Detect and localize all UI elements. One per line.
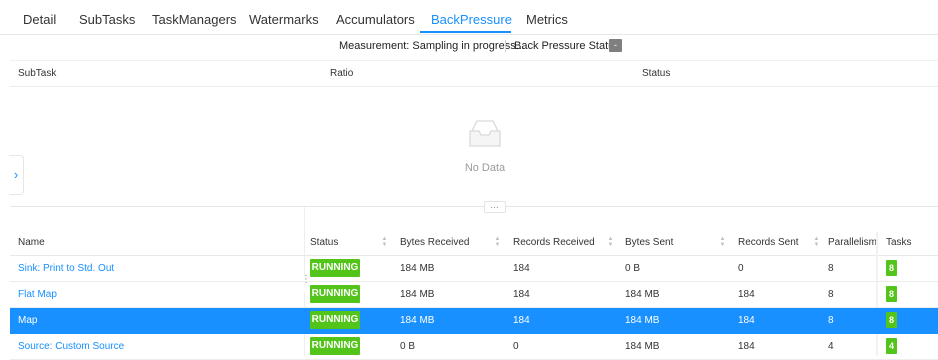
column-subtask: SubTask bbox=[18, 68, 57, 79]
tab-watermarks[interactable]: Watermarks bbox=[249, 12, 319, 27]
records-sent: 184 bbox=[738, 315, 755, 326]
records-sent: 184 bbox=[738, 341, 755, 352]
tasks-badge: 8 bbox=[886, 260, 897, 276]
table-row[interactable]: Sink: Print to Std. Out RUNNING 184 MB 1… bbox=[10, 256, 938, 282]
column-records-received[interactable]: Records Received bbox=[513, 237, 595, 248]
vertex-name-link[interactable]: Map bbox=[18, 315, 37, 326]
tasks-badge: 4 bbox=[886, 338, 897, 354]
records-sent: 0 bbox=[738, 263, 744, 274]
table-row[interactable]: Flat Map RUNNING 184 MB 184 184 MB 184 8… bbox=[10, 282, 938, 308]
table-row-selected[interactable]: Map RUNNING 184 MB 184 184 MB 184 8 8 bbox=[10, 308, 938, 334]
column-parallelism[interactable]: Parallelism bbox=[828, 237, 877, 248]
sort-icon[interactable]: ▲ ▼ bbox=[719, 236, 726, 248]
tab-subtasks[interactable]: SubTasks bbox=[79, 12, 135, 27]
column-status: Status bbox=[642, 68, 671, 79]
vertex-name-link[interactable]: Flat Map bbox=[18, 289, 57, 300]
status-badge: RUNNING bbox=[310, 285, 360, 303]
status-badge: RUNNING bbox=[310, 311, 360, 329]
tasks-badge: 8 bbox=[886, 286, 897, 302]
parallelism: 8 bbox=[828, 263, 834, 274]
bytes-sent: 0 B bbox=[625, 263, 641, 274]
column-name: Name bbox=[18, 237, 45, 248]
bytes-received: 184 MB bbox=[400, 263, 435, 274]
measurement-text: Measurement: Sampling in progress... bbox=[339, 40, 525, 52]
bytes-sent: 184 MB bbox=[625, 289, 660, 300]
panel-divider bbox=[10, 206, 938, 207]
tab-taskmanagers[interactable]: TaskManagers bbox=[152, 12, 237, 27]
backpressure-table-header: SubTask Ratio Status bbox=[10, 60, 938, 87]
column-tasks: Tasks bbox=[886, 237, 912, 248]
column-records-sent[interactable]: Records Sent bbox=[738, 237, 799, 248]
column-ratio: Ratio bbox=[330, 68, 354, 79]
status-badge: RUNNING bbox=[310, 337, 360, 355]
parallelism: 8 bbox=[828, 289, 834, 300]
vertex-name-link[interactable]: Sink: Print to Std. Out bbox=[18, 263, 114, 274]
tab-bar: Detail SubTasks TaskManagers Watermarks … bbox=[0, 0, 938, 35]
parallelism: 8 bbox=[828, 315, 834, 326]
sort-icon[interactable]: ▲ ▼ bbox=[813, 236, 820, 248]
empty-state-text: No Data bbox=[464, 162, 506, 174]
tab-metrics[interactable]: Metrics bbox=[526, 12, 568, 27]
active-tab-indicator bbox=[420, 31, 511, 33]
column-bytes-sent[interactable]: Bytes Sent bbox=[625, 237, 673, 248]
column-bytes-received[interactable]: Bytes Received bbox=[400, 237, 469, 248]
records-received: 184 bbox=[513, 289, 530, 300]
tasks-badge: 8 bbox=[886, 312, 897, 328]
sort-icon[interactable]: ▲ ▼ bbox=[494, 236, 501, 248]
empty-state: No Data bbox=[440, 117, 530, 174]
sort-icon[interactable]: ▲ ▼ bbox=[381, 236, 388, 248]
measurement-divider bbox=[505, 40, 506, 52]
backpressure-status-label: Back Pressure Status: bbox=[514, 40, 623, 52]
chevron-right-icon: › bbox=[13, 167, 19, 182]
sort-icon[interactable]: ▲ ▼ bbox=[607, 236, 614, 248]
tab-accumulators[interactable]: Accumulators bbox=[336, 12, 415, 27]
bytes-received: 184 MB bbox=[400, 315, 435, 326]
bytes-received: 184 MB bbox=[400, 289, 435, 300]
status-badge: RUNNING bbox=[310, 259, 360, 277]
bytes-sent: 184 MB bbox=[625, 341, 660, 352]
resize-handle[interactable]: … bbox=[484, 201, 506, 213]
tab-detail[interactable]: Detail bbox=[23, 12, 56, 27]
vertex-table-header: Name Status ▲ ▼ Bytes Received ▲ ▼ Records… bbox=[10, 231, 938, 256]
records-sent: 184 bbox=[738, 289, 755, 300]
table-row[interactable]: Source: Custom Source RUNNING 0 B 0 184 … bbox=[10, 334, 938, 360]
records-received: 184 bbox=[513, 315, 530, 326]
bytes-sent: 184 MB bbox=[625, 315, 660, 326]
records-received: 0 bbox=[513, 341, 519, 352]
expand-sider-button[interactable]: › bbox=[9, 155, 24, 195]
tab-backpressure[interactable]: BackPressure bbox=[431, 12, 512, 27]
vertex-name-link[interactable]: Source: Custom Source bbox=[18, 341, 124, 352]
records-received: 184 bbox=[513, 263, 530, 274]
bytes-received: 0 B bbox=[400, 341, 416, 352]
empty-inbox-icon bbox=[469, 120, 501, 147]
parallelism: 4 bbox=[828, 341, 834, 352]
backpressure-status-badge: - bbox=[609, 39, 622, 52]
column-status[interactable]: Status bbox=[310, 237, 338, 248]
